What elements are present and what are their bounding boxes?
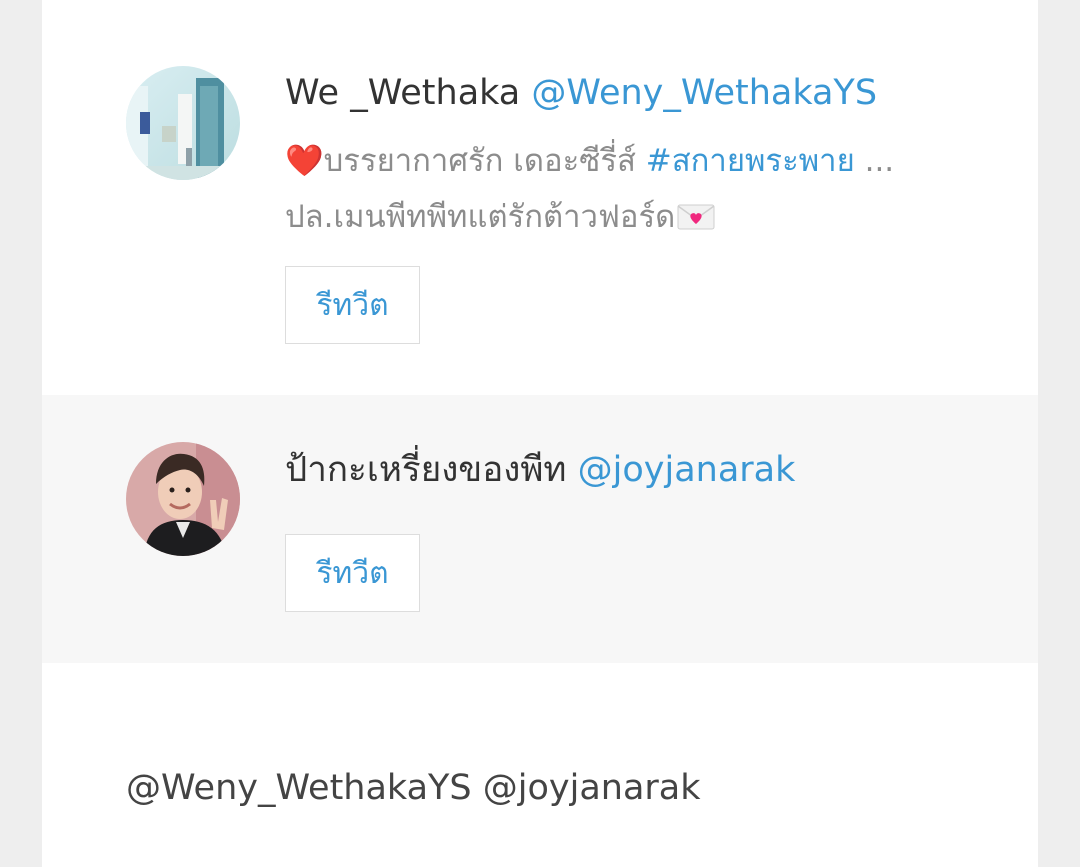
avatar-photo-icon — [126, 66, 240, 180]
tweet-text-segment: ปล.เมนพีทพีทแต่รักต้าวฟอร์ด — [285, 199, 676, 235]
love-letter-emoji-icon — [677, 192, 715, 230]
tweet-text: ❤️บรรยากาศรัก เดอะซีรี่ส์ #สกายพระพาย ..… — [285, 133, 985, 245]
ellipsis: ... — [854, 143, 895, 179]
user-handle-link[interactable]: @Weny_WethakaYS — [531, 73, 877, 113]
user-avatar[interactable] — [126, 66, 240, 180]
tweet-card: ป้ากะเหรี่ยงของพีท @joyjanarak รีทวีต — [42, 395, 1038, 663]
hashtag-link[interactable]: #สกายพระพาย — [646, 143, 855, 179]
display-name: We _Wethaka — [285, 73, 521, 113]
user-handle-link[interactable]: @joyjanarak — [578, 450, 796, 490]
avatar-photo-icon — [126, 442, 240, 556]
heart-emoji-icon: ❤️ — [285, 143, 324, 179]
retweet-list-page: We _Wethaka @Weny_WethakaYS ❤️บรรยากาศรั… — [42, 0, 1038, 867]
tweet-text-line-2: ปล.เมนพีทพีทแต่รักต้าวฟอร์ด — [285, 189, 985, 245]
tweet-author: ป้ากะเหรี่ยงของพีท @joyjanarak — [285, 448, 795, 492]
reply-mentions-text[interactable]: @Weny_WethakaYS @joyjanarak — [126, 766, 701, 810]
retweet-button[interactable]: รีทวีต — [285, 534, 420, 612]
retweet-button[interactable]: รีทวีต — [285, 266, 420, 344]
tweet-text-segment: บรรยากาศรัก เดอะซีรี่ส์ — [323, 143, 646, 179]
tweet-text-line-1: ❤️บรรยากาศรัก เดอะซีรี่ส์ #สกายพระพาย ..… — [285, 133, 985, 189]
tweet-author: We _Wethaka @Weny_WethakaYS — [285, 71, 877, 115]
reply-compose-area[interactable]: @Weny_WethakaYS @joyjanarak — [42, 663, 1038, 867]
user-avatar[interactable] — [126, 442, 240, 556]
display-name: ป้ากะเหรี่ยงของพีท — [285, 450, 567, 490]
tweet-card: We _Wethaka @Weny_WethakaYS ❤️บรรยากาศรั… — [42, 0, 1038, 395]
